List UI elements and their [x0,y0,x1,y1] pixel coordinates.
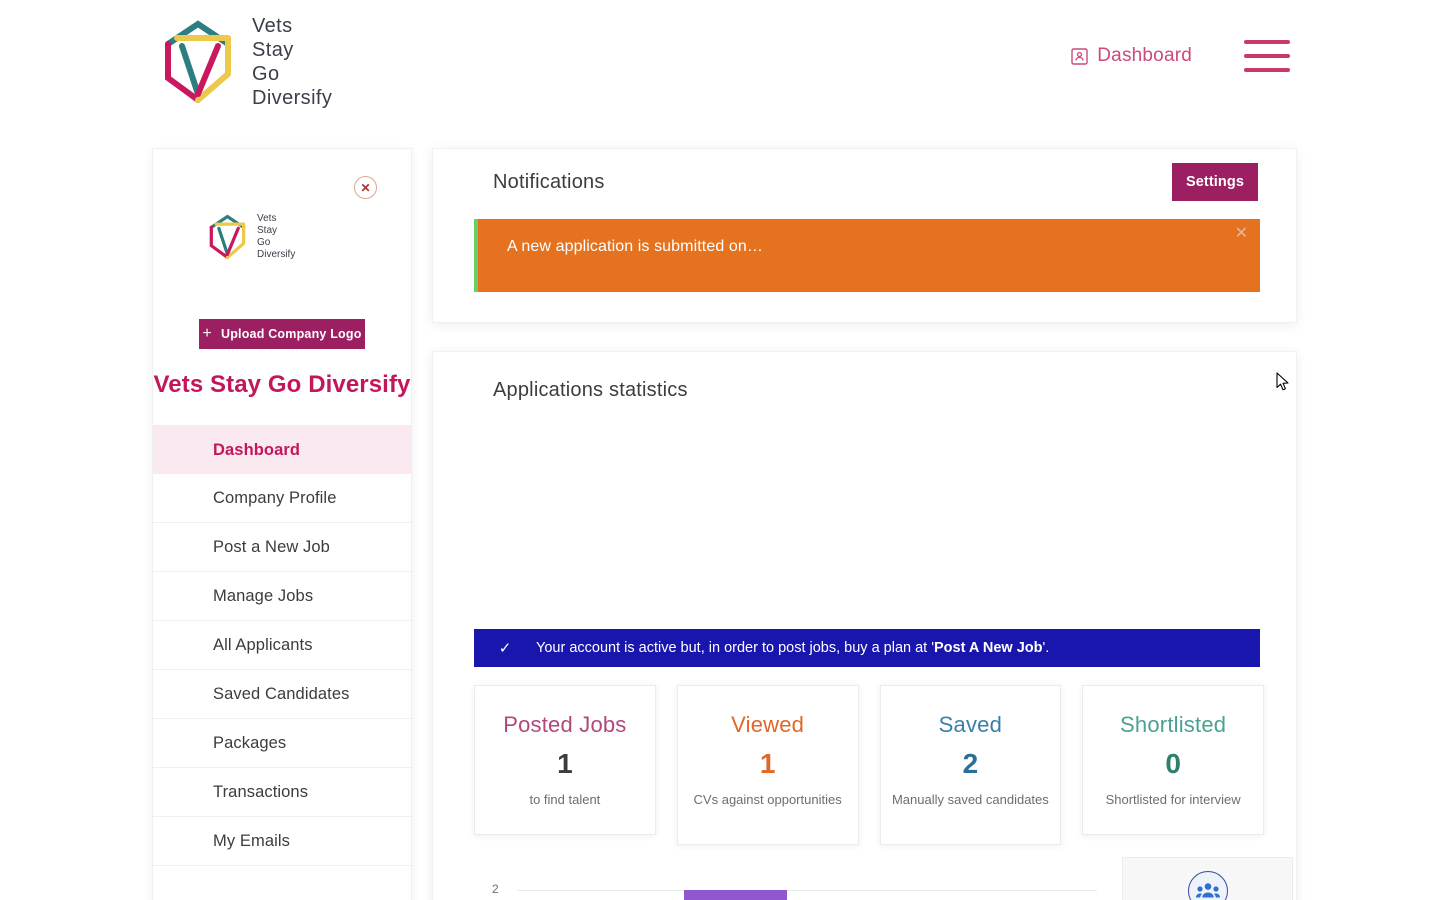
header-actions: Dashboard [1071,40,1290,72]
sidebar-logo-line-4: Diversify [257,249,296,260]
stat-value: 1 [557,748,573,779]
sidebar-item-all-applicants[interactable]: All Applicants [153,621,411,670]
stat-cards-row: Posted Jobs 1 to find talent Viewed 1 CV… [474,685,1264,845]
id-card-icon [1071,47,1088,66]
site-logo[interactable]: Vets Stay Go Diversify [160,14,332,110]
notification-item[interactable]: A new application is submitted on… 24/04… [474,219,1260,348]
sidebar-item-label: All Applicants [213,635,313,654]
sidebar: ✕ Vets Stay Go Diversify + Upload Compan… [152,148,412,900]
sidebar-item-post-a-new-job[interactable]: Post a New Job [153,523,411,572]
upload-company-logo-button[interactable]: + Upload Company Logo [199,319,365,349]
notification-date: 24/04/2023 [1114,305,1180,320]
notifications-title: Notifications [493,171,605,193]
logo-line-1: Vets [252,15,293,37]
stat-card-posted-jobs[interactable]: Posted Jobs 1 to find talent [474,685,656,835]
alert-text-before: Your account is active but, in order to … [536,640,934,656]
sidebar-item-saved-candidates[interactable]: Saved Candidates [153,670,411,719]
site-header: Vets Stay Go Diversify Dashboard [0,0,1440,130]
sidebar-logo-line-1: Vets [257,213,277,224]
sidebar-item-dashboard[interactable]: Dashboard [153,425,411,474]
stat-label: Saved [938,712,1003,737]
sidebar-item-label: Manage Jobs [213,586,314,605]
sidebar-logo-mark-icon [207,212,249,262]
sidebar-item-label: Saved Candidates [213,684,350,703]
sidebar-company-logo: Vets Stay Go Diversify [207,211,357,263]
logo-line-2: Stay [252,39,294,61]
bar-saved-candidates[interactable] [684,890,787,900]
sidebar-item-company-profile[interactable]: Company Profile [153,474,411,523]
account-status-alert: ✓ Your account is active but, in order t… [474,629,1260,667]
logo-line-3: Go [252,63,280,85]
sidebar-item-label: My Emails [213,831,290,850]
hamburger-bar [1244,54,1290,58]
stat-value: 1 [759,748,776,779]
stat-subtitle: Manually saved candidates [891,792,1049,807]
stat-subtitle: CVs against opportunities [693,792,842,807]
notifications-card: Notifications Settings A new application… [432,148,1297,348]
sidebar-item-label: Post a New Job [213,537,330,556]
logo-wordmark: Vets Stay Go Diversify [252,14,332,110]
sidebar-item-transactions[interactable]: Transactions [153,768,411,817]
alert-text: Your account is active but, in order to … [536,640,1049,656]
nav-dashboard-link[interactable]: Dashboard [1071,45,1192,67]
stat-label: Viewed [731,712,805,737]
company-name: Vets Stay Go Diversify [153,371,411,398]
stat-subtitle: to find talent [529,792,601,807]
main-content: Notifications Settings A new application… [432,148,1297,900]
plus-icon: + [202,325,212,342]
sidebar-item-packages[interactable]: Packages [153,719,411,768]
dashboard-page: Vets Stay Go Diversify Dashboard ✕ Vets … [0,0,1440,900]
alert-text-bold: Post A New Job [934,640,1043,656]
stat-subtitle: Shortlisted for interview [1105,792,1241,807]
close-circle-icon[interactable]: ✕ [354,176,377,199]
chart-side-panel: Total Applicants 1 Posted Jobs Viewed CV… [1122,857,1293,900]
sidebar-item-label: Packages [213,733,287,752]
hamburger-bar [1244,68,1290,72]
sidebar-item-label: Dashboard [213,440,301,459]
upload-company-logo-label: Upload Company Logo [220,327,362,341]
stat-card-saved[interactable]: Saved 2 Manually saved candidates [879,685,1062,845]
gridline [517,890,1097,891]
sidebar-item-my-emails[interactable]: My Emails [153,817,411,866]
close-x-glyph: ✕ [360,180,371,195]
applications-bar-chart[interactable]: 2 1 Posted Jobs: 1 Saved Candidates: 2 V… [474,860,1099,900]
hamburger-menu-icon[interactable] [1244,40,1290,72]
sidebar-logo-wordmark: Vets Stay Go Diversify [257,213,295,261]
settings-button[interactable]: Settings [1172,163,1258,201]
sidebar-item-label: Transactions [213,782,309,801]
stat-card-viewed[interactable]: Viewed 1 CVs against opportunities [676,685,859,845]
statistics-title: Applications statistics [493,379,688,401]
logo-line-4: Diversify [252,87,333,109]
sidebar-logo-line-3: Go [257,237,271,248]
applications-statistics-card: Applications statistics ✓ Your account i… [432,351,1297,900]
stat-value: 2 [962,748,979,779]
sidebar-nav: Dashboard Company Profile Post a New Job… [153,425,411,866]
logo-mark-icon [160,16,238,108]
people-group-icon [1187,870,1228,900]
total-applicants-box: Total Applicants 1 [1122,857,1293,900]
nav-dashboard-label: Dashboard [1097,45,1192,66]
notification-message: A new application is submitted on… [507,238,763,255]
sidebar-item-manage-jobs[interactable]: Manage Jobs [153,572,411,621]
sidebar-logo-line-2: Stay [257,225,278,236]
stat-label: Posted Jobs [503,712,627,737]
hamburger-bar [1244,40,1290,44]
chart-area: 2 1 Posted Jobs: 1 Saved Candidates: 2 V… [474,857,1293,900]
notification-close-icon[interactable]: ✕ [1235,223,1248,243]
sidebar-item-label: Company Profile [213,488,337,507]
check-icon: ✓ [498,640,512,657]
alert-text-after: '. [1042,640,1050,656]
stat-value: 0 [1165,748,1181,779]
stat-label: Shortlisted [1120,712,1227,737]
stat-card-shortlisted[interactable]: Shortlisted 0 Shortlisted for interview [1082,685,1264,835]
mouse-cursor-icon [1276,372,1290,392]
y-tick-2: 2 [492,882,499,896]
notification-read-more-link[interactable]: Read more [1011,331,1094,349]
